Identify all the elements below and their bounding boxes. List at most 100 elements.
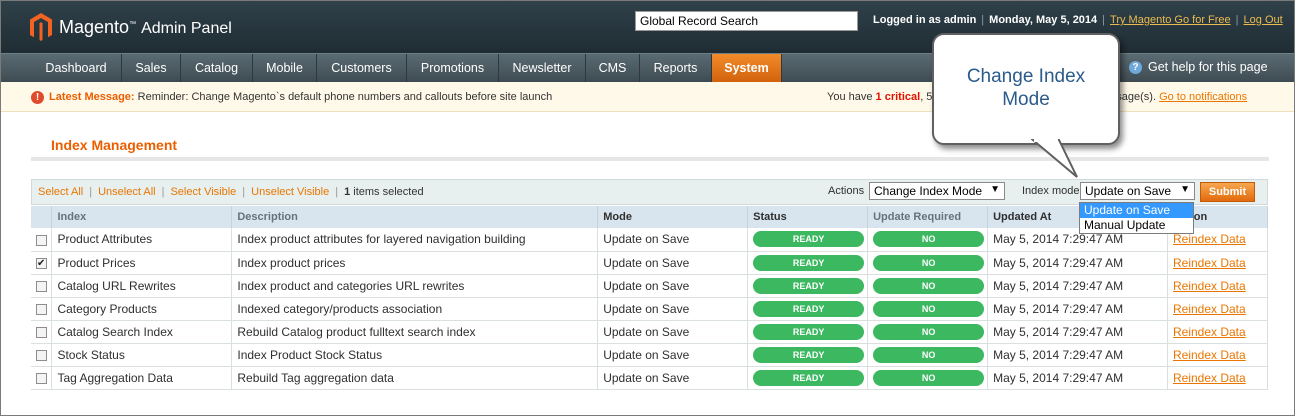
- cell-description: Rebuild Catalog product fulltext search …: [231, 320, 599, 344]
- cell-updated-at: May 5, 2014 7:29:47 AM: [987, 320, 1168, 344]
- cell-action: Reindex Data: [1167, 366, 1269, 390]
- callout-line-2: Mode: [1002, 89, 1050, 110]
- help-label: Get help for this page: [1148, 60, 1268, 74]
- row-checkbox-input[interactable]: [35, 326, 47, 338]
- callout-bubble: Change Index Mode: [932, 33, 1120, 145]
- update-required-badge: NO: [873, 323, 985, 340]
- cell-action: Reindex Data: [1167, 320, 1269, 344]
- logout-link[interactable]: Log Out: [1244, 14, 1283, 26]
- logo[interactable]: Magento™ Admin Panel: [29, 12, 232, 42]
- cell-update-required: NO: [867, 251, 989, 275]
- actions-label: Actions: [828, 185, 865, 197]
- actions-select-value: Change Index Mode: [874, 184, 983, 198]
- cell-index: Category Products: [51, 297, 233, 321]
- header-mode[interactable]: Mode: [597, 206, 749, 228]
- cell-mode: Update on Save: [597, 366, 749, 390]
- header-status[interactable]: Status: [747, 206, 869, 228]
- nav-item-catalog[interactable]: Catalog: [181, 54, 253, 82]
- notification-mid: , 5: [920, 91, 933, 103]
- header-links: Logged in as admin | Monday, May 5, 2014 | T…: [873, 14, 1283, 26]
- cell-description: Indexed category/products association: [231, 297, 599, 321]
- cell-mode: Update on Save: [597, 251, 749, 275]
- header-description[interactable]: Description: [231, 206, 599, 228]
- nav-item-sales[interactable]: Sales: [122, 54, 181, 82]
- cell-update-required: NO: [867, 297, 989, 321]
- cell-index: Product Attributes: [51, 228, 233, 252]
- nav-item-dashboard[interactable]: Dashboard: [31, 54, 122, 82]
- nav-item-reports[interactable]: Reports: [640, 54, 712, 82]
- cell-status: READY: [747, 251, 869, 275]
- selected-count: 1: [344, 186, 351, 198]
- help-link[interactable]: ? Get help for this page: [1129, 60, 1268, 74]
- update-required-badge: NO: [873, 369, 985, 386]
- option-update-on-save[interactable]: Update on Save: [1080, 203, 1193, 218]
- cell-description: Index Product Stock Status: [231, 343, 599, 367]
- notification-prefix: You have: [827, 91, 873, 103]
- nav-item-customers[interactable]: Customers: [317, 54, 407, 82]
- reindex-data-link[interactable]: Reindex Data: [1173, 256, 1246, 270]
- cell-mode: Update on Save: [597, 228, 749, 252]
- row-checkbox: [31, 274, 53, 298]
- index-mode-label: Index mode: [1022, 185, 1080, 197]
- header-index[interactable]: Index: [51, 206, 233, 228]
- row-checkbox: ✔: [31, 251, 53, 275]
- reindex-data-link[interactable]: Reindex Data: [1173, 348, 1246, 362]
- table-row[interactable]: Stock Status Index Product Stock Status Up…: [31, 343, 1269, 367]
- option-manual-update[interactable]: Manual Update: [1080, 218, 1193, 233]
- index-mode-select[interactable]: Update on Save ▼: [1080, 182, 1195, 200]
- title-divider: [31, 157, 1269, 161]
- cell-updated-at: May 5, 2014 7:29:47 AM: [987, 274, 1168, 298]
- nav-item-newsletter[interactable]: Newsletter: [499, 54, 586, 82]
- nav-item-cms[interactable]: CMS: [586, 54, 640, 82]
- nav-item-system[interactable]: System: [712, 54, 782, 82]
- header-date: Monday, May 5, 2014: [989, 14, 1098, 26]
- nav-item-promotions[interactable]: Promotions: [407, 54, 499, 82]
- cell-mode: Update on Save: [597, 343, 749, 367]
- try-magento-go-link[interactable]: Try Magento Go for Free: [1110, 14, 1231, 26]
- row-checkbox: [31, 228, 53, 252]
- cell-updated-at: May 5, 2014 7:29:47 AM: [987, 297, 1168, 321]
- unselect-visible-link[interactable]: Unselect Visible: [251, 186, 329, 198]
- reindex-data-link[interactable]: Reindex Data: [1173, 302, 1246, 316]
- unselect-all-link[interactable]: Unselect All: [98, 186, 155, 198]
- table-row[interactable]: Category Products Indexed category/produc…: [31, 297, 1269, 321]
- row-checkbox-input[interactable]: ✔: [35, 257, 47, 269]
- brand-name: Magento: [59, 16, 130, 37]
- cell-action: Reindex Data: [1167, 343, 1269, 367]
- reindex-data-link[interactable]: Reindex Data: [1173, 279, 1246, 293]
- row-checkbox-input[interactable]: [35, 280, 47, 292]
- chevron-down-icon: ▼: [1180, 184, 1190, 195]
- row-checkbox-input[interactable]: [35, 234, 47, 246]
- row-checkbox-input[interactable]: [35, 372, 47, 384]
- global-search-input[interactable]: Global Record Search: [635, 11, 858, 31]
- table-row[interactable]: Catalog Search Index Rebuild Catalog prod…: [31, 320, 1269, 344]
- cell-mode: Update on Save: [597, 297, 749, 321]
- table-row[interactable]: Tag Aggregation Data Rebuild Tag aggregat…: [31, 366, 1269, 390]
- reindex-data-link[interactable]: Reindex Data: [1173, 232, 1246, 246]
- table-row[interactable]: ✔ Product Prices Index product prices Updat…: [31, 251, 1269, 275]
- cell-update-required: NO: [867, 274, 989, 298]
- header-update-required[interactable]: Update Required: [867, 206, 989, 228]
- cell-description: Index product attributes for layered nav…: [231, 228, 599, 252]
- select-all-link[interactable]: Select All: [38, 186, 83, 198]
- cell-status: READY: [747, 297, 869, 321]
- reindex-data-link[interactable]: Reindex Data: [1173, 325, 1246, 339]
- cell-index: Catalog Search Index: [51, 320, 233, 344]
- reindex-data-link[interactable]: Reindex Data: [1173, 371, 1246, 385]
- update-required-badge: NO: [873, 346, 985, 363]
- cell-action: Reindex Data: [1167, 251, 1269, 275]
- table-row[interactable]: Catalog URL Rewrites Index product and ca…: [31, 274, 1269, 298]
- select-visible-link[interactable]: Select Visible: [170, 186, 236, 198]
- row-checkbox-input[interactable]: [35, 303, 47, 315]
- update-required-badge: NO: [873, 231, 985, 248]
- notifications-link[interactable]: Go to notifications: [1159, 91, 1247, 103]
- cell-action: Reindex Data: [1167, 274, 1269, 298]
- row-checkbox-input[interactable]: [35, 349, 47, 361]
- nav-item-mobile[interactable]: Mobile: [253, 54, 317, 82]
- status-badge: READY: [753, 323, 865, 340]
- actions-select[interactable]: Change Index Mode ▼: [869, 182, 1005, 200]
- submit-button[interactable]: Submit: [1200, 182, 1255, 202]
- cell-index: Catalog URL Rewrites: [51, 274, 233, 298]
- row-checkbox: [31, 343, 53, 367]
- update-required-badge: NO: [873, 277, 985, 294]
